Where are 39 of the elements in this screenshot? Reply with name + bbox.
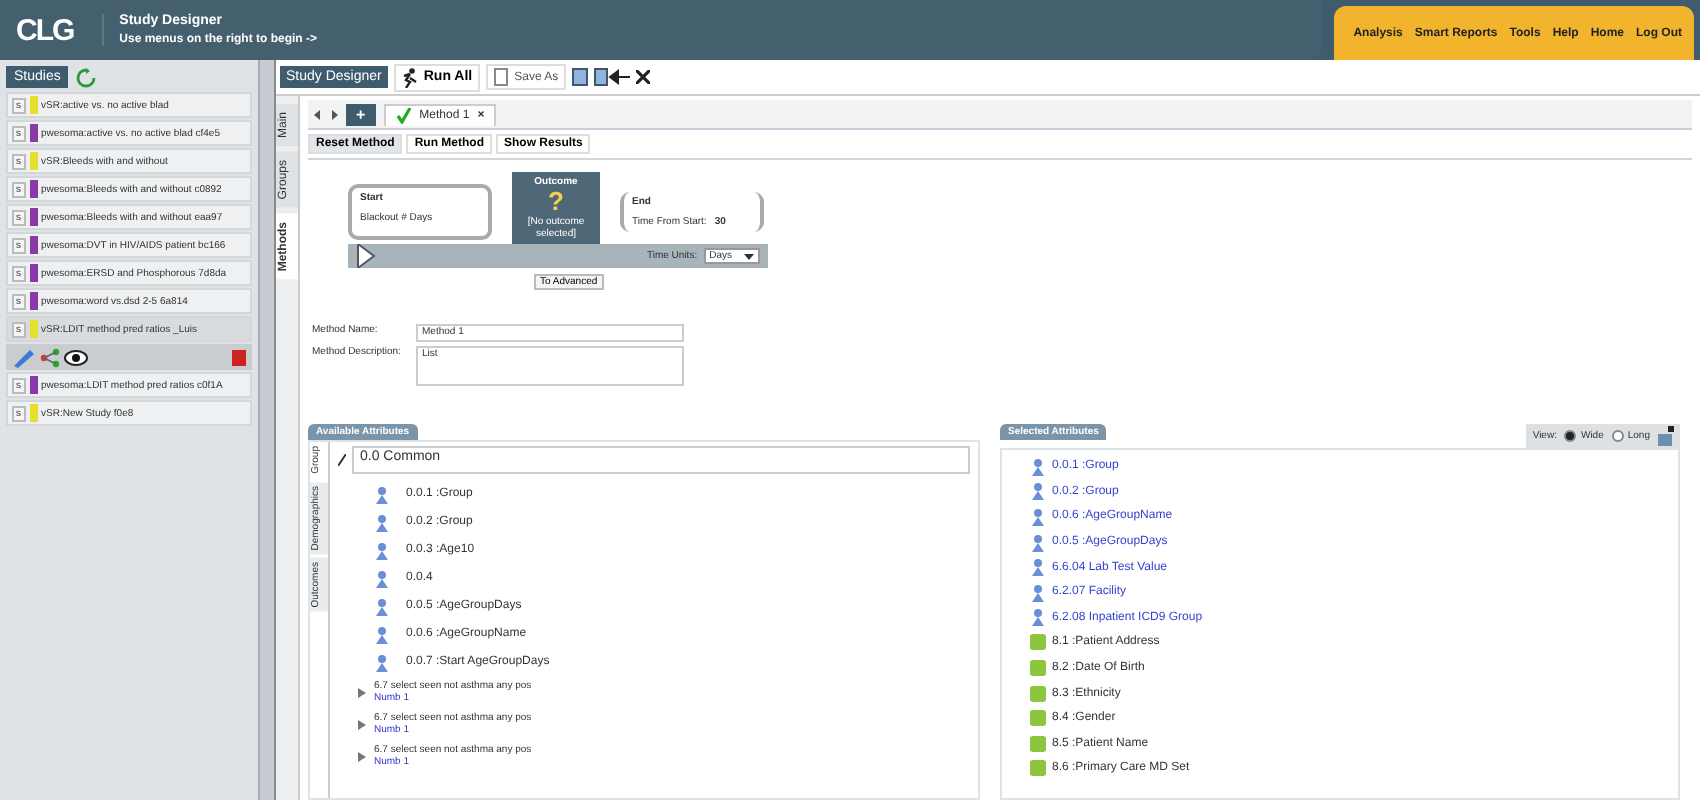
person-icon [1030, 583, 1046, 602]
expand-icon [358, 751, 366, 761]
caret-icon [744, 253, 754, 259]
person-icon [1030, 608, 1046, 627]
share-icon[interactable] [40, 347, 60, 367]
person-icon [374, 513, 390, 531]
person-icon [1030, 507, 1046, 526]
person-icon [374, 625, 390, 643]
logo: CLG [14, 13, 76, 47]
person-icon [374, 653, 390, 671]
person-icon [374, 485, 390, 503]
page-icon [494, 68, 509, 86]
refresh-icon[interactable] [76, 67, 97, 87]
person-icon [374, 541, 390, 559]
splitter-handle[interactable] [260, 60, 276, 800]
person-icon [374, 569, 390, 587]
pencil-icon[interactable] [12, 347, 36, 367]
radio-button[interactable] [1564, 430, 1577, 442]
add-method-button[interactable]: + [346, 103, 376, 125]
person-icon [1030, 457, 1046, 476]
radio-button[interactable] [1611, 430, 1624, 442]
person-icon [1030, 558, 1046, 577]
runner-icon [401, 67, 418, 87]
save-icon[interactable] [572, 68, 589, 86]
layout-icon[interactable] [1658, 426, 1674, 446]
delete-icon[interactable] [232, 349, 246, 365]
question-mark: ? [546, 188, 566, 216]
checkmark-icon [395, 107, 412, 123]
person-icon [1030, 482, 1046, 501]
eye-icon[interactable] [64, 349, 88, 365]
expand-icon [358, 687, 366, 697]
export-icon[interactable] [594, 68, 631, 86]
close-icon[interactable] [636, 70, 651, 84]
scroll-arrows-icon[interactable] [314, 109, 338, 119]
person-icon [1030, 533, 1046, 552]
person-icon [374, 597, 390, 615]
pin-icon [338, 454, 346, 466]
expand-icon [358, 719, 366, 729]
play-icon[interactable] [356, 244, 376, 268]
